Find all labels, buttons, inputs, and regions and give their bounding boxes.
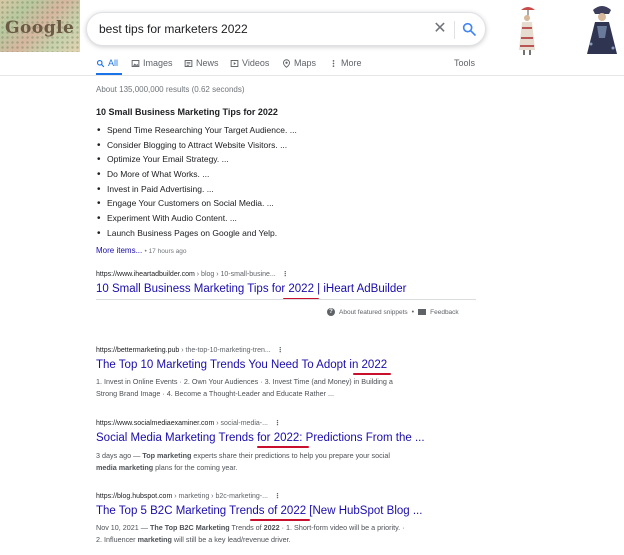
more-vert-icon[interactable]: ⋮: [277, 347, 284, 354]
tab-maps[interactable]: Maps: [282, 55, 316, 71]
list-item: Optimize Your Email Strategy. ...: [97, 152, 297, 167]
map-pin-icon: [283, 58, 290, 68]
list-item: Experiment With Audio Content. ...: [97, 211, 297, 226]
url-path: › blog › 10-small-busine...: [194, 271, 276, 278]
result-url[interactable]: https://www.iheartadbuilder.com › blog ›…: [96, 270, 289, 278]
tab-label: Maps: [294, 58, 317, 68]
featured-snippet-title: 10 Small Business Marketing Tips for 202…: [96, 107, 278, 117]
result-title-link[interactable]: The Top 5 B2C Marketing Trends of 2022 […: [96, 505, 422, 517]
more-vert-icon[interactable]: ⋮: [282, 271, 289, 278]
more-vert-icon[interactable]: ⋮: [274, 420, 281, 427]
snippet-line: media marketing plans for the coming yea…: [96, 462, 456, 474]
google-doodle-logo[interactable]: Google: [0, 0, 80, 52]
news-icon: [184, 59, 193, 67]
doodle-figure-umbrella-icon: [519, 7, 535, 55]
url-domain: https://www.iheartadbuilder.com: [96, 271, 195, 278]
divider: [454, 21, 455, 39]
video-icon: [230, 59, 239, 67]
snippet-bold: Top marketing: [142, 451, 192, 460]
timestamp: 17 hours ago: [148, 248, 187, 255]
more-items-row: More items... • 17 hours ago: [96, 246, 187, 255]
more-vert-icon[interactable]: ⋮: [274, 493, 281, 500]
active-tab-indicator: [96, 73, 122, 75]
list-item: Engage Your Customers on Social Media. .…: [97, 196, 297, 211]
header: Google best tips for marketers 2022 ✕ Al: [0, 0, 624, 76]
snippet-text: —: [131, 451, 143, 460]
more-vert-icon: [332, 59, 335, 67]
feedback-icon: [418, 309, 427, 315]
snippet-line: Strong Brand Image · 4. Become a Thought…: [96, 388, 334, 398]
result-title-link[interactable]: 10 Small Business Marketing Tips for 202…: [96, 283, 406, 295]
result-date: Nov 10, 2021: [96, 523, 139, 532]
snippet-bold: The Top B2C Marketing: [149, 523, 230, 532]
list-item: Spend Time Researching Your Target Audie…: [97, 123, 297, 138]
result-url[interactable]: https://blog.hubspot.com › marketing › b…: [96, 492, 281, 500]
result-snippet: 3 days ago — Top marketing experts share…: [96, 450, 456, 473]
list-item: Invest in Paid Advertising. ...: [97, 182, 297, 197]
snippet-line: Nov 10, 2021 — The Top B2C Marketing Tre…: [96, 522, 476, 534]
result-snippet: 1. Invest in Online Events · 2. Own Your…: [96, 376, 456, 399]
snippet-line: 1. Invest in Online Events · 2. Own Your…: [96, 377, 393, 386]
search-icon[interactable]: [461, 21, 477, 37]
logo-text: Google: [5, 18, 75, 38]
annotation-underline: [250, 519, 310, 521]
snippet-text: —: [138, 523, 150, 532]
result-url[interactable]: https://bettermarketing.pub › the-top-10…: [96, 346, 284, 354]
url-domain: https://www.socialmediaexaminer.com: [96, 420, 215, 427]
snippet-text: will still be a key lead/revenue driver.: [171, 534, 291, 544]
snippet-line: 3 days ago — Top marketing experts share…: [96, 450, 456, 462]
snippet-bold: media marketing: [96, 462, 154, 472]
more-items-link[interactable]: More items...: [96, 246, 142, 255]
doodle-figure-lady-icon: [587, 6, 617, 54]
tab-news[interactable]: News: [184, 55, 219, 71]
snippet-text: 2. Influencer: [96, 534, 138, 544]
url-domain: https://bettermarketing.pub: [96, 347, 180, 354]
snippet-text: · 1. Short-form video will be a priority…: [279, 523, 405, 532]
result-title-link[interactable]: Social Media Marketing Trends for 2022: …: [96, 432, 425, 444]
list-item: Do More of What Works. ...: [97, 167, 297, 182]
image-icon: [131, 59, 140, 67]
close-icon[interactable]: ✕: [432, 19, 448, 39]
url-path: › social-media-...: [214, 420, 268, 427]
annotation-underline: [353, 373, 391, 375]
feedback-link[interactable]: Feedback: [430, 309, 459, 316]
search-input[interactable]: best tips for marketers 2022: [99, 22, 248, 36]
tab-label: Images: [143, 58, 173, 68]
featured-snippet-footer: ? About featured snippets • Feedback: [327, 308, 459, 316]
search-box[interactable]: best tips for marketers 2022 ✕: [86, 12, 486, 46]
url-path: › marketing › b2c-marketing-...: [172, 493, 268, 500]
tab-all[interactable]: All: [96, 55, 118, 71]
help-icon: ?: [327, 308, 335, 316]
results-count: About 135,000,000 results (0.62 seconds): [96, 85, 245, 94]
snippet-line: 2. Influencer marketing will still be a …: [96, 534, 476, 546]
snippet-bold: 2022: [263, 523, 280, 532]
tools-button[interactable]: Tools: [454, 55, 475, 71]
tab-label: Videos: [242, 58, 270, 68]
snippet-text: Trends of: [229, 523, 264, 532]
snippet-bold: marketing: [137, 534, 172, 544]
search-icon: [96, 59, 105, 67]
tab-label: News: [196, 58, 219, 68]
featured-snippet-list: Spend Time Researching Your Target Audie…: [97, 123, 297, 241]
result-title-link[interactable]: The Top 10 Marketing Trends You Need To …: [96, 359, 387, 371]
meta-separator: •: [411, 308, 415, 316]
annotation-underline: [257, 446, 309, 448]
list-item: Launch Business Pages on Google and Yelp…: [97, 226, 297, 241]
snippet-text: plans for the coming year.: [153, 462, 238, 472]
tab-more[interactable]: More: [329, 55, 362, 71]
tab-label: All: [108, 58, 119, 68]
snippet-text: experts share their predictions to help …: [191, 451, 390, 460]
list-item: Consider Blogging to Attract Website Vis…: [97, 138, 297, 153]
tab-images[interactable]: Images: [131, 55, 173, 71]
result-date: 3 days ago: [96, 451, 132, 460]
divider: [96, 299, 476, 300]
url-domain: https://blog.hubspot.com: [96, 493, 173, 500]
about-featured-snippets-link[interactable]: About featured snippets: [339, 309, 408, 316]
result-snippet: Nov 10, 2021 — The Top B2C Marketing Tre…: [96, 522, 476, 545]
result-url[interactable]: https://www.socialmediaexaminer.com › so…: [96, 419, 281, 427]
url-path: › the-top-10-marketing-tren...: [179, 347, 271, 354]
tab-label: More: [341, 58, 362, 68]
tab-videos[interactable]: Videos: [230, 55, 269, 71]
